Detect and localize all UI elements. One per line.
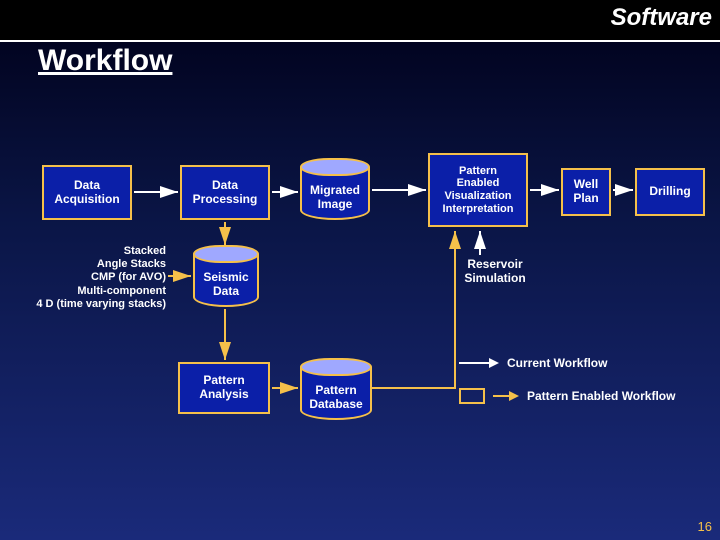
box-icon xyxy=(459,388,485,404)
legend-label: Pattern Enabled Workflow xyxy=(527,389,675,403)
node-label: SeismicData xyxy=(193,271,259,299)
node-label: MigratedImage xyxy=(300,184,370,212)
page-title: Workflow xyxy=(38,44,172,78)
stack-item: Stacked xyxy=(124,245,166,257)
node-data-processing: DataProcessing xyxy=(180,165,270,220)
stack-item: Angle Stacks xyxy=(97,258,166,270)
node-well-plan: WellPlan xyxy=(561,168,611,216)
stack-item: CMP (for AVO) xyxy=(91,271,166,283)
node-pattern-analysis: PatternAnalysis xyxy=(178,362,270,414)
node-label: PatternAnalysis xyxy=(199,374,248,402)
header-rule xyxy=(0,40,720,42)
topbar: Software xyxy=(0,0,720,40)
node-migrated-image: MigratedImage xyxy=(300,158,370,220)
stack-item: Multi-component xyxy=(77,285,166,297)
slide-number: 16 xyxy=(698,519,712,534)
header-title: Software xyxy=(611,4,712,32)
legend-current: Current Workflow xyxy=(459,356,607,370)
node-pattern-database: PatternDatabase xyxy=(300,358,372,420)
stack-item: 4 D (time varying stacks) xyxy=(36,298,166,310)
node-label: WellPlan xyxy=(573,178,598,206)
node-label: Drilling xyxy=(649,185,690,199)
node-label: PatternEnabledVisualizationInterpretatio… xyxy=(443,165,514,216)
node-label: ReservoirSimulation xyxy=(464,257,525,285)
node-data-acquisition: DataAcquisition xyxy=(42,165,132,220)
node-pattern-enabled-vis-interp: PatternEnabledVisualizationInterpretatio… xyxy=(428,153,528,227)
node-drilling: Drilling xyxy=(635,168,705,216)
node-label: DataAcquisition xyxy=(54,179,119,207)
legend-pattern: Pattern Enabled Workflow xyxy=(459,388,675,404)
stack-list: Stacked Angle Stacks CMP (for AVO) Multi… xyxy=(18,245,166,311)
arrow-icon xyxy=(493,390,519,402)
arrow-icon xyxy=(459,357,499,369)
node-label: DataProcessing xyxy=(193,179,258,207)
slide: Software Workflow DataAcquisition DataPr… xyxy=(0,0,720,540)
legend-label: Current Workflow xyxy=(507,356,607,370)
node-seismic-data: SeismicData xyxy=(193,245,259,307)
node-label: PatternDatabase xyxy=(300,384,372,412)
node-reservoir-simulation: ReservoirSimulation xyxy=(450,258,540,286)
